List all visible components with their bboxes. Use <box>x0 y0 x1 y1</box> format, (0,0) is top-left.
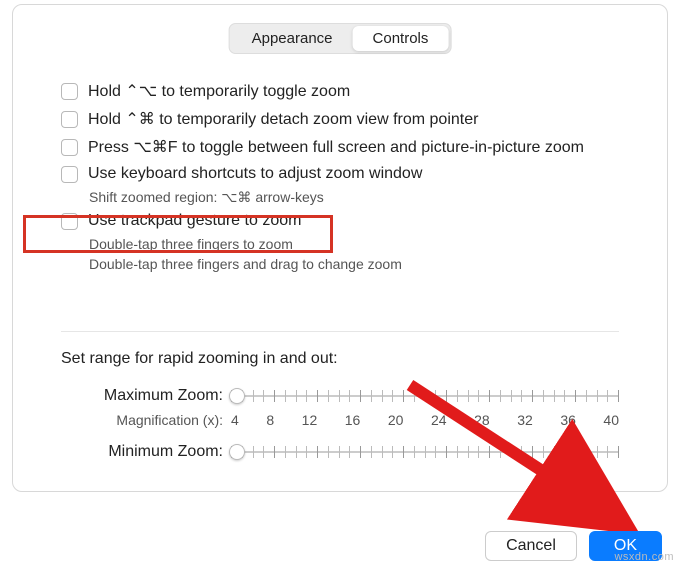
magnification-value: 28 <box>474 412 490 428</box>
magnification-label: Magnification (x): <box>61 412 231 428</box>
checkbox-hold-toggle[interactable] <box>61 83 78 100</box>
checkbox-trackpad-gesture[interactable] <box>61 213 78 230</box>
option-keyboard-shortcuts: Use keyboard shortcuts to adjust zoom wi… <box>61 165 637 183</box>
magnification-value: 24 <box>431 412 447 428</box>
option-press-toggle: Press ⌥⌘F to toggle between full screen … <box>61 137 637 157</box>
magnification-value: 40 <box>603 412 619 428</box>
trackpad-hint-2: Double-tap three fingers and drag to cha… <box>89 256 637 272</box>
option-trackpad-gesture: Use trackpad gesture to zoom <box>61 212 637 230</box>
range-title: Set range for rapid zooming in and out: <box>61 350 619 368</box>
minimum-zoom-slider[interactable] <box>231 442 619 462</box>
cancel-button[interactable]: Cancel <box>485 531 577 561</box>
magnification-value: 36 <box>560 412 576 428</box>
magnification-value: 12 <box>302 412 318 428</box>
label-keyboard-shortcuts: Use keyboard shortcuts to adjust zoom wi… <box>88 165 422 183</box>
label-press-toggle: Press ⌥⌘F to toggle between full screen … <box>88 137 584 157</box>
label-trackpad-gesture: Use trackpad gesture to zoom <box>88 212 301 230</box>
magnification-value: 16 <box>345 412 361 428</box>
tab-appearance[interactable]: Appearance <box>232 26 353 51</box>
minimum-zoom-row: Minimum Zoom: <box>61 442 619 462</box>
label-hold-detach: Hold ⌃⌘ to temporarily detach zoom view … <box>88 109 478 129</box>
magnification-value: 20 <box>388 412 404 428</box>
option-hold-detach: Hold ⌃⌘ to temporarily detach zoom view … <box>61 109 637 129</box>
magnification-value: 32 <box>517 412 533 428</box>
maximum-zoom-slider[interactable] <box>231 386 619 406</box>
watermark: wsxdn.com <box>614 551 674 563</box>
magnification-row: Magnification (x): 4 8 12 16 20 24 28 32 36 40 <box>61 412 619 428</box>
checkbox-hold-detach[interactable] <box>61 111 78 128</box>
magnification-value: 8 <box>266 412 274 428</box>
checkbox-press-toggle[interactable] <box>61 139 78 156</box>
segmented-tabs: Appearance Controls <box>229 23 452 54</box>
zoom-options-sheet: Appearance Controls Hold ⌃⌥ to temporari… <box>12 4 668 492</box>
options-group: Hold ⌃⌥ to temporarily toggle zoom Hold … <box>61 81 637 278</box>
divider <box>61 331 619 332</box>
tab-controls[interactable]: Controls <box>353 26 449 51</box>
checkbox-keyboard-shortcuts[interactable] <box>61 166 78 183</box>
magnification-values: 4 8 12 16 20 24 28 32 36 40 <box>231 412 619 428</box>
shift-region-hint: Shift zoomed region: ⌥⌘ arrow-keys <box>89 189 637 206</box>
magnification-value: 4 <box>231 412 239 428</box>
maximum-zoom-label: Maximum Zoom: <box>61 387 231 405</box>
trackpad-hint-1: Double-tap three fingers to zoom <box>89 236 637 252</box>
maximum-zoom-row: Maximum Zoom: <box>61 386 619 406</box>
range-group: Set range for rapid zooming in and out: … <box>61 313 619 468</box>
option-hold-toggle-zoom: Hold ⌃⌥ to temporarily toggle zoom <box>61 81 637 101</box>
label-hold-toggle: Hold ⌃⌥ to temporarily toggle zoom <box>88 81 350 101</box>
minimum-zoom-label: Minimum Zoom: <box>61 443 231 461</box>
